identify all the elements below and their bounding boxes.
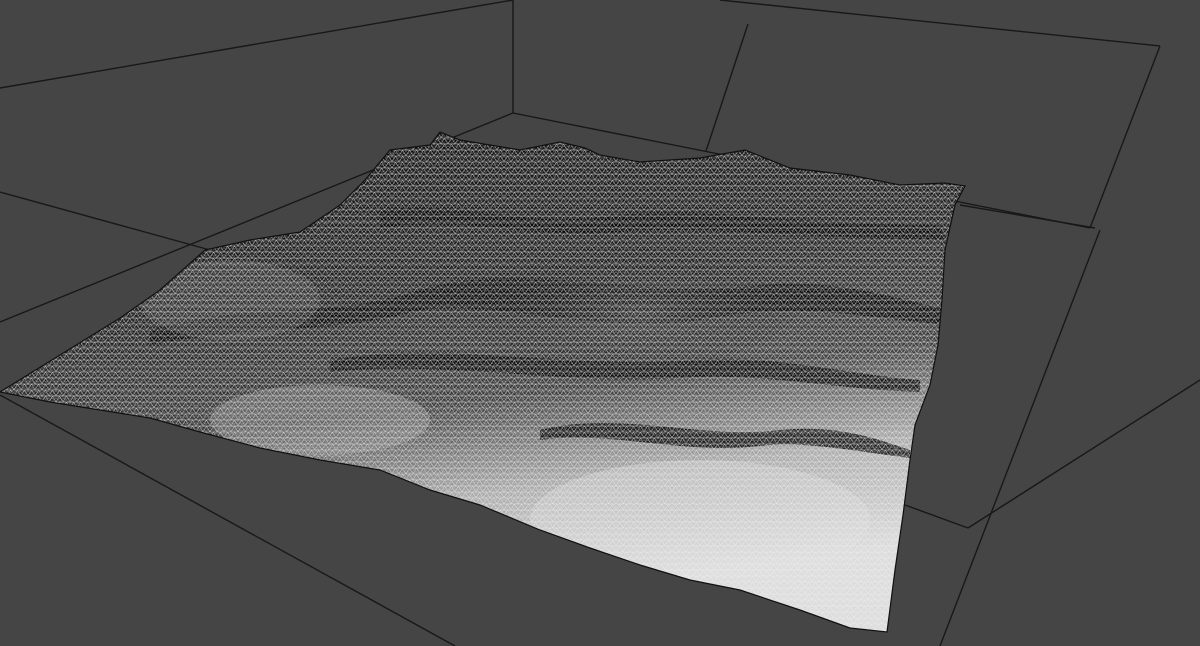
3d-viewport[interactable]	[0, 0, 1200, 646]
viewport-canvas[interactable]	[0, 0, 1200, 646]
